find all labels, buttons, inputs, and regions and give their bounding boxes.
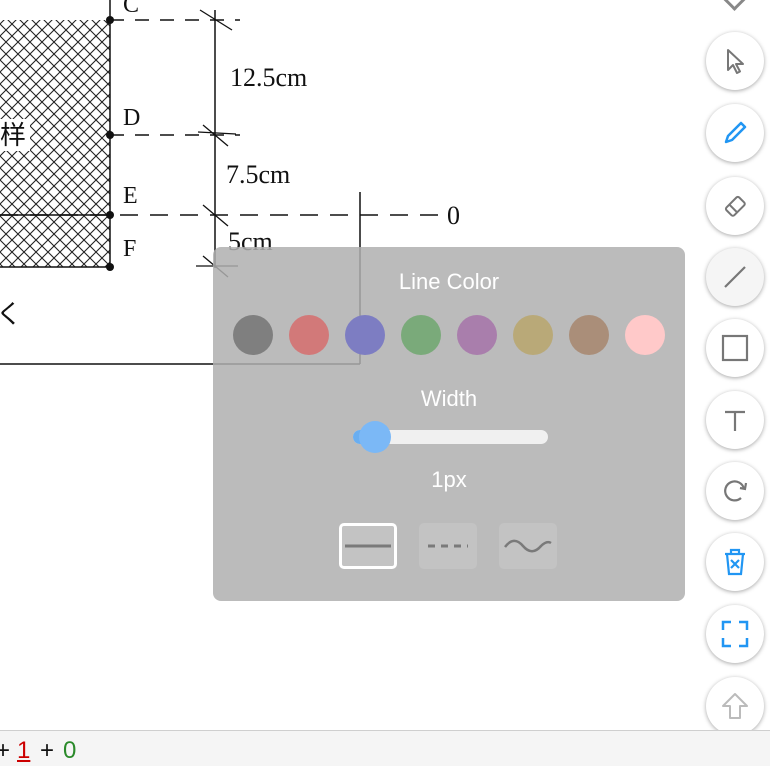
width-slider[interactable] (353, 421, 548, 453)
point-f (106, 263, 114, 271)
green-value: 0 (63, 737, 77, 764)
wavy-line-icon (504, 539, 552, 553)
dashed-line-icon (428, 544, 468, 548)
width-title: Width (420, 386, 478, 411)
label-f: F (123, 236, 136, 262)
line-color-title: Line Color (398, 269, 500, 294)
collapse-chevron-icon[interactable] (721, 0, 748, 11)
cursor-icon (727, 49, 744, 74)
line-icon (724, 266, 746, 288)
color-swatch-brown[interactable] (569, 315, 609, 355)
color-swatch-olive[interactable] (513, 315, 553, 355)
color-swatch-gray[interactable] (233, 315, 273, 355)
eraser-tool-button[interactable] (706, 177, 764, 235)
dimension-12-5: 12.5cm (230, 63, 307, 92)
side-char-1: 样 (0, 121, 26, 150)
red-value: 1 (17, 737, 31, 764)
width-value: 1px (431, 467, 467, 492)
tick-c (199, 9, 233, 31)
formula-status-bar: + 1 + 0 (0, 730, 770, 766)
trash-icon (725, 548, 745, 576)
rectangle-tool-button[interactable] (706, 319, 764, 377)
side-char-2: く (0, 300, 22, 329)
eraser-icon (724, 195, 746, 217)
point-c (106, 16, 114, 24)
line-style-wavy[interactable] (499, 523, 557, 569)
line-style-solid[interactable] (339, 523, 397, 569)
rectangle-icon (721, 334, 749, 362)
color-swatch-blue[interactable] (345, 315, 385, 355)
solid-line-icon (345, 544, 391, 548)
color-swatch-pink[interactable] (625, 315, 665, 355)
undo-tool-button[interactable] (706, 462, 764, 520)
plus-sign-2: + (40, 737, 55, 764)
zero-label: 0 (447, 201, 460, 230)
label-d: D (123, 105, 140, 131)
drawing-canvas[interactable]: C D E F 12.5cm 7.5cm 5cm 0 样 く Line Colo… (0, 0, 700, 730)
fullscreen-icon (721, 620, 749, 648)
color-swatch-purple[interactable] (457, 315, 497, 355)
line-settings-panel: Line Color Width 1px (213, 247, 685, 601)
plus-sign-1: + (0, 737, 11, 764)
select-tool-button[interactable] (706, 32, 764, 90)
dimension-7-5: 7.5cm (226, 160, 290, 189)
tool-sidebar (705, 0, 767, 735)
pencil-icon (724, 121, 747, 144)
fullscreen-tool-button[interactable] (706, 605, 764, 663)
label-e: E (123, 183, 138, 209)
arrow-up-icon (722, 693, 748, 719)
text-icon (725, 410, 745, 431)
line-style-dashed[interactable] (419, 523, 477, 569)
delete-tool-button[interactable] (706, 533, 764, 591)
tick-d-h (197, 131, 237, 135)
color-swatch-green[interactable] (401, 315, 441, 355)
line-tool-button[interactable] (706, 248, 764, 306)
width-slider-knob[interactable] (359, 421, 391, 453)
rotate-icon (724, 480, 748, 502)
pen-tool-button[interactable] (706, 104, 764, 162)
label-c: C (123, 0, 139, 18)
point-e (106, 211, 114, 219)
scroll-up-button[interactable] (706, 677, 764, 735)
point-d (106, 131, 114, 139)
text-tool-button[interactable] (706, 391, 764, 449)
color-swatch-red[interactable] (289, 315, 329, 355)
